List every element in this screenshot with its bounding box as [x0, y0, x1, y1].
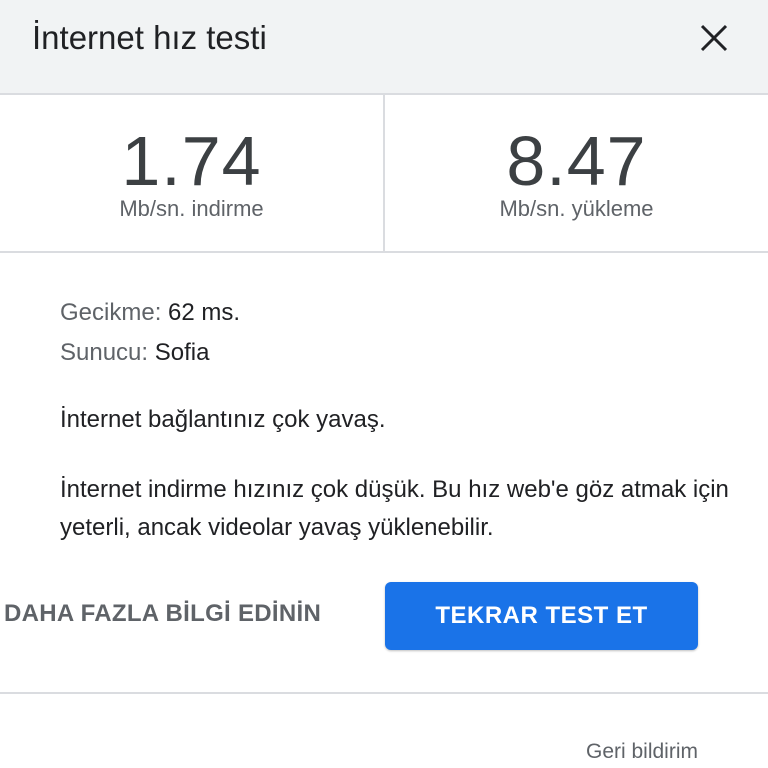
server-line: Sunucu: Sofia [60, 333, 240, 373]
dialog-header: İnternet hız testi [0, 0, 768, 95]
latency-value: 62 ms. [168, 299, 241, 326]
connection-summary: İnternet bağlantınız çok yavaş. [60, 406, 386, 433]
upload-speed-value: 8.47 [506, 122, 647, 200]
latency-line: Gecikme: 62 ms. [60, 293, 240, 333]
feedback-link[interactable]: Geri bildirim [586, 738, 698, 766]
test-details: Gecikme: 62 ms. Sunucu: Sofia [60, 293, 240, 373]
close-button[interactable] [690, 14, 738, 62]
download-speed-value: 1.74 [121, 122, 262, 200]
close-icon [700, 24, 728, 52]
latency-label: Gecikme: [60, 299, 162, 326]
upload-metric: 8.47 Mb/sn. yükleme [385, 95, 768, 251]
server-label: Sunucu: [60, 339, 149, 366]
download-speed-unit: Mb/sn. indirme [119, 196, 264, 221]
learn-more-link[interactable]: DAHA FAZLA BİLGİ EDİNİN [4, 596, 321, 632]
retest-button[interactable]: TEKRAR TEST ET [385, 582, 698, 650]
server-value: Sofia [154, 339, 210, 366]
footer-divider [0, 692, 768, 694]
dialog-title: İnternet hız testi [32, 19, 267, 56]
speed-metrics: 1.74 Mb/sn. indirme 8.47 Mb/sn. yükleme [0, 95, 768, 253]
upload-speed-unit: Mb/sn. yükleme [499, 196, 654, 221]
speed-description: İnternet indirme hızınız çok düşük. Bu h… [60, 476, 729, 541]
download-metric: 1.74 Mb/sn. indirme [0, 95, 383, 251]
